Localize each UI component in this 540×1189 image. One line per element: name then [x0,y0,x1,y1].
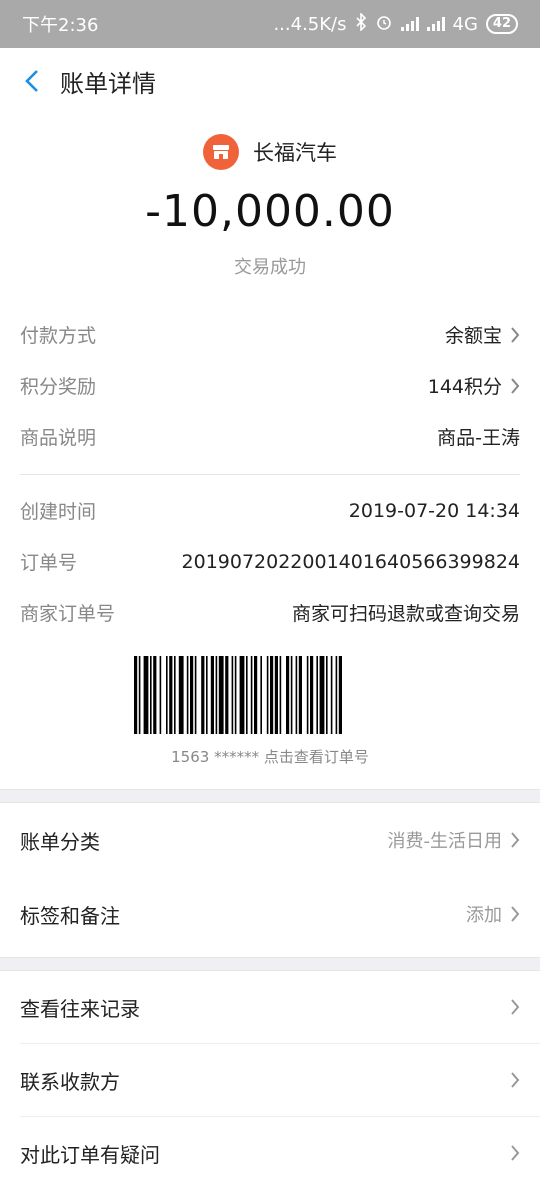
chevron-right-icon [510,831,520,849]
row-value: 商品-王涛 [437,427,520,449]
chevron-right-icon [510,1071,520,1089]
row-label: 订单号 [20,552,78,574]
row-label: 商家订单号 [20,603,116,625]
row-value: 2019-07-20 14:34 [348,499,520,522]
points-reward-row[interactable]: 积分奖励 144积分 [0,360,540,411]
section-gap [0,789,540,803]
merchant-header: 长福汽车 [0,134,540,170]
section-gap [0,957,540,971]
divider [20,474,520,475]
page-title: 账单详情 [60,69,156,98]
status-indicators: ...4.5K/s 4G 42 [273,11,518,36]
store-icon [203,134,239,170]
row-label: 标签和备注 [20,903,120,928]
barcode-caption[interactable]: 1563 ****** 点击查看订单号 [0,746,540,767]
chevron-right-icon [510,326,520,344]
created-time-row: 创建时间 2019-07-20 14:34 [0,485,540,536]
chevron-right-icon [510,905,520,923]
chevron-right-icon [510,1144,520,1162]
chevron-right-icon [510,998,520,1016]
row-label: 联系收款方 [20,1069,120,1094]
row-value: 144积分 [427,376,502,398]
row-value: 消费-生活日用 [387,831,503,852]
order-barcode[interactable] [0,656,540,734]
alarm-icon [375,13,393,36]
row-label: 对此订单有疑问 [20,1142,160,1167]
contact-payee-row[interactable]: 联系收款方 [0,1044,540,1116]
battery-icon: 42 [485,14,518,34]
product-description-row: 商品说明 商品-王涛 [0,411,540,462]
back-button[interactable] [20,69,44,93]
merchant-name: 长福汽车 [253,141,337,165]
order-details: 创建时间 2019-07-20 14:34 订单号 20190720220014… [0,485,540,638]
cell-signal-icon [426,17,445,31]
row-value: 添加 [466,905,502,926]
chevron-right-icon [510,377,520,395]
row-label: 账单分类 [20,829,100,854]
row-label: 积分奖励 [20,376,97,398]
row-label: 查看往来记录 [20,996,140,1021]
merchant-order-row: 商家订单号 商家可扫码退款或查询交易 [0,587,540,638]
chevron-left-icon [25,70,38,92]
transaction-amount: -10,000.00 [145,186,395,237]
wifi-signal-icon [400,17,419,31]
row-label: 创建时间 [20,501,97,523]
nav-bar: 账单详情 [0,48,540,114]
status-bar: 下午2:36 ...4.5K/s 4G 42 [0,0,540,48]
tags-notes-row[interactable]: 标签和备注 添加 [0,877,540,951]
status-time: 下午2:36 [22,15,99,36]
order-number-row: 订单号 2019072022001401640566399824 [0,536,540,587]
bluetooth-icon [355,11,367,36]
row-value: 商家可扫码退款或查询交易 [291,603,520,625]
transaction-status: 交易成功 [234,257,306,278]
row-label: 商品说明 [20,427,97,449]
order-question-row[interactable]: 对此订单有疑问 [0,1117,540,1189]
network-speed: ...4.5K/s [273,13,347,35]
row-value: 余额宝 [444,325,502,347]
bill-category-row[interactable]: 账单分类 消费-生活日用 [0,803,540,877]
row-value: 2019072022001401640566399824 [181,550,520,573]
row-label: 付款方式 [20,325,97,347]
view-history-row[interactable]: 查看往来记录 [0,971,540,1043]
payment-details: 付款方式 余额宝 积分奖励 144积分 商品说明 商品-王涛 [0,309,540,462]
network-type: 4G [452,13,478,35]
payment-method-row[interactable]: 付款方式 余额宝 [0,309,540,360]
